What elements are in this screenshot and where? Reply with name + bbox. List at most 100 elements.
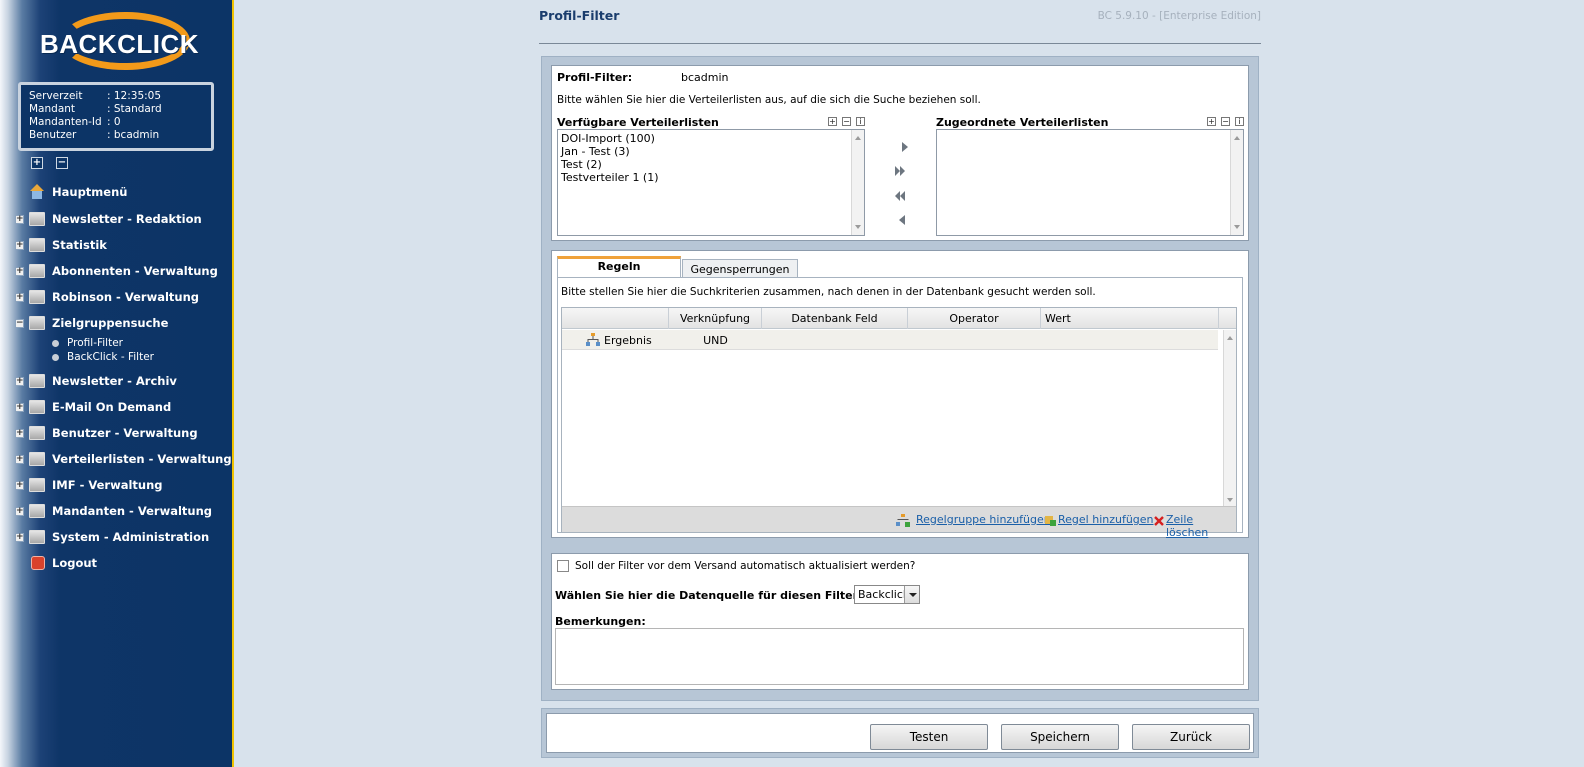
nav-item-statistik[interactable]: + Statistik	[0, 234, 232, 256]
nav-label: Verteilerlisten - Verwaltung	[52, 452, 232, 466]
datasource-label: Wählen Sie hier die Datenquelle für dies…	[555, 589, 889, 602]
column-header[interactable]: Verknüpfung	[669, 308, 762, 329]
list-item[interactable]: Testverteiler 1 (1)	[561, 171, 861, 184]
expand-icon[interactable]: +	[15, 428, 24, 438]
bullet-icon	[52, 339, 59, 347]
column-header[interactable]: Operator	[908, 308, 1041, 329]
rules-grid: Verknüpfung Datenbank Feld Operator Wert	[561, 307, 1237, 539]
move-right-icon[interactable]	[898, 140, 912, 154]
auto-update-checkbox[interactable]	[557, 560, 569, 572]
test-button[interactable]: Testen	[870, 724, 988, 750]
logo-text: BACKCLICK	[40, 29, 200, 59]
tab-regeln[interactable]: Regeln	[557, 256, 681, 277]
sidebar-divider	[232, 0, 234, 767]
datasource-select[interactable]: Backclick	[854, 585, 920, 604]
expand-icon[interactable]: +	[15, 506, 24, 516]
scrollbar[interactable]	[1230, 130, 1243, 235]
nav-item-imf-verwaltung[interactable]: + IMF - Verwaltung	[0, 474, 232, 496]
move-all-left-icon[interactable]	[893, 189, 907, 203]
server-info-label: Mandanten-Id	[29, 116, 102, 128]
move-all-right-icon[interactable]	[893, 164, 907, 178]
nav-item-email-on-demand[interactable]: + E-Mail On Demand	[0, 396, 232, 418]
nav-item-benutzer-verwaltung[interactable]: + Benutzer - Verwaltung	[0, 422, 232, 444]
folder-icon	[29, 290, 45, 304]
expand-icon[interactable]: +	[15, 480, 24, 490]
nav-subitem-profil-filter[interactable]: Profil-Filter	[52, 336, 123, 350]
title-divider	[539, 43, 1261, 44]
expand-icon[interactable]: +	[15, 454, 24, 464]
rules-instruction: Bitte stellen Sie hier die Suchkriterien…	[561, 286, 1096, 298]
remarks-textarea[interactable]	[555, 628, 1244, 685]
nav-label: Statistik	[52, 238, 107, 252]
nav-label: Mandanten - Verwaltung	[52, 504, 213, 518]
save-button[interactable]: Speichern	[1001, 724, 1119, 750]
folder-open-icon	[29, 316, 45, 330]
expand-icon[interactable]: +	[15, 376, 24, 386]
grid-scrollbar[interactable]	[1223, 330, 1236, 508]
move-left-icon[interactable]	[895, 213, 909, 227]
column-header	[562, 308, 669, 329]
nav-subitem-backclick-filter[interactable]: BackClick - Filter	[52, 350, 154, 364]
folder-icon	[29, 530, 45, 544]
nav-item-newsletter-redaktion[interactable]: + Newsletter - Redaktion	[0, 208, 232, 230]
nav-item-newsletter-archiv[interactable]: + Newsletter - Archiv	[0, 370, 232, 392]
nav-item-zielgruppensuche[interactable]: − Zielgruppensuche	[0, 312, 232, 334]
server-info-value: : bcadmin	[107, 129, 160, 141]
info-button[interactable]: i	[1235, 117, 1244, 126]
action-bar-inner: Testen Speichern Zurück	[546, 713, 1254, 753]
add-rule-group-link[interactable]: Regelgruppe hinzufügen	[916, 513, 1051, 526]
collapse-all-button[interactable]: −	[56, 157, 68, 169]
server-info-value: : 12:35:05	[107, 90, 162, 102]
nav-item-logout[interactable]: Logout	[0, 552, 232, 574]
nav-item-abonnenten-verwaltung[interactable]: + Abonnenten - Verwaltung	[0, 260, 232, 282]
expand-icon[interactable]: +	[15, 240, 24, 250]
nav-item-mandanten-verwaltung[interactable]: + Mandanten - Verwaltung	[0, 500, 232, 522]
assigned-lists-title: Zugeordnete Verteilerlisten	[936, 116, 1109, 129]
delete-row-link[interactable]: Zeile löschen	[1166, 513, 1236, 539]
row-link: UND	[703, 334, 728, 347]
nav-item-verteilerlisten-verwaltung[interactable]: + Verteilerlisten - Verwaltung	[0, 448, 232, 470]
collapse-list-button[interactable]: −	[1221, 117, 1230, 126]
list-item[interactable]: Test (2)	[561, 158, 861, 171]
expand-icon[interactable]: +	[15, 402, 24, 412]
available-lists-box[interactable]: DOI-Import (100) Jan - Test (3) Test (2)…	[557, 129, 865, 236]
action-bar: Testen Speichern Zurück	[541, 708, 1259, 758]
expand-all-button[interactable]: +	[31, 157, 43, 169]
nav-label: System - Administration	[52, 530, 210, 544]
column-header[interactable]: Wert	[1041, 308, 1219, 329]
expand-icon[interactable]: +	[15, 214, 24, 224]
folder-icon	[29, 400, 45, 414]
nav-item-hauptmenu[interactable]: Hauptmenü	[0, 181, 232, 203]
collapse-list-button[interactable]: −	[842, 117, 851, 126]
remarks-label: Bemerkungen:	[555, 615, 646, 628]
expand-icon[interactable]: +	[15, 266, 24, 276]
folder-icon	[29, 374, 45, 388]
info-button[interactable]: i	[856, 117, 865, 126]
add-rule-link[interactable]: Regel hinzufügen	[1058, 513, 1154, 526]
assigned-lists-box[interactable]	[936, 129, 1244, 236]
home-icon	[29, 184, 45, 199]
expand-list-button[interactable]: +	[1207, 117, 1216, 126]
rules-tab-content: Bitte stellen Sie hier die Suchkriterien…	[557, 277, 1243, 539]
nav-item-system-administration[interactable]: + System - Administration	[0, 526, 232, 548]
expand-icon[interactable]: +	[15, 532, 24, 542]
server-info-row: Mandanten-Id : 0	[29, 116, 211, 129]
expand-list-button[interactable]: +	[828, 117, 837, 126]
list-item[interactable]: DOI-Import (100)	[561, 132, 861, 145]
list-item[interactable]: Jan - Test (3)	[561, 145, 861, 158]
column-header[interactable]: Datenbank Feld	[762, 308, 908, 329]
nav-label: IMF - Verwaltung	[52, 478, 163, 492]
scrollbar[interactable]	[851, 130, 864, 235]
folder-icon	[29, 452, 45, 466]
server-info-row: Serverzeit : 12:35:05	[29, 90, 211, 103]
sidebar: BACKCLICK Serverzeit : 12:35:05 Mandant …	[0, 0, 232, 767]
rules-panel: Regeln Gegensperrungen Bitte stellen Sie…	[551, 250, 1249, 539]
expand-icon[interactable]: +	[15, 292, 24, 302]
chevron-down-icon[interactable]	[904, 586, 919, 603]
server-info-row: Mandant : Standard	[29, 103, 211, 116]
collapse-icon[interactable]: −	[15, 318, 24, 328]
back-button[interactable]: Zurück	[1132, 724, 1250, 750]
nav-item-robinson-verwaltung[interactable]: + Robinson - Verwaltung	[0, 286, 232, 308]
table-row[interactable]: Ergebnis UND	[562, 330, 1218, 350]
version-label: BC 5.9.10 - [Enterprise Edition]	[1097, 10, 1261, 22]
